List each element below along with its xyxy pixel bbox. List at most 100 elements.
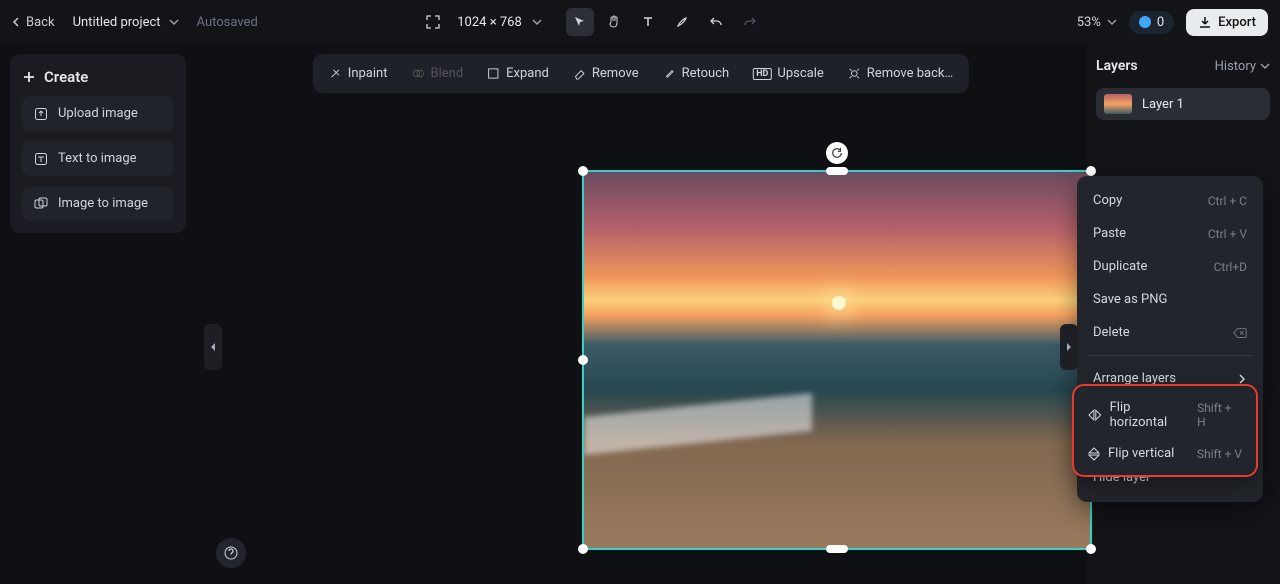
flip-submenu: Flip horizontal Shift + H Flip vertical … (1074, 386, 1256, 475)
resize-handle-bl[interactable] (578, 544, 588, 554)
menu-save-png[interactable]: Save as PNG (1077, 283, 1263, 316)
create-title: Create (44, 68, 88, 86)
menu-duplicate[interactable]: Duplicate Ctrl+D (1077, 250, 1263, 283)
layer-item[interactable]: Layer 1 (1096, 88, 1270, 120)
fit-icon (426, 15, 440, 29)
retouch-label: Retouch (682, 66, 730, 81)
inpaint-button[interactable]: Inpaint (319, 60, 398, 87)
back-button[interactable]: Back (12, 15, 55, 30)
inpaint-label: Inpaint (348, 66, 388, 81)
menu-copy-label: Copy (1093, 193, 1122, 208)
menu-savepng-label: Save as PNG (1093, 292, 1167, 307)
cursor-icon (573, 15, 587, 29)
history-button[interactable]: History (1215, 59, 1270, 74)
pointer-tool[interactable] (566, 8, 594, 36)
canvas-image[interactable] (584, 172, 1090, 548)
zoom-value: 53% (1077, 15, 1101, 30)
resize-handle-mb[interactable] (826, 545, 848, 553)
credits-value: 0 (1157, 15, 1164, 30)
image-content (832, 296, 846, 310)
inpaint-icon (329, 67, 342, 80)
upscale-button[interactable]: HDUpscale (743, 60, 834, 87)
menu-copy-shortcut: Ctrl + C (1208, 194, 1247, 208)
help-icon (224, 546, 238, 560)
flip-vertical[interactable]: Flip vertical Shift + V (1080, 438, 1250, 469)
resize-handle-ml[interactable] (578, 355, 588, 365)
brush-icon (675, 15, 689, 29)
plus-icon (22, 70, 36, 84)
layer-thumbnail (1104, 94, 1132, 114)
hand-tool[interactable] (600, 8, 628, 36)
resize-handle-tl[interactable] (578, 166, 588, 176)
blend-icon (411, 67, 424, 80)
create-panel: Create Upload image Text to image Image … (10, 54, 186, 233)
remove-background-button[interactable]: Remove back… (838, 60, 963, 87)
expand-button[interactable]: Expand (477, 60, 559, 87)
resize-handle-br[interactable] (1086, 544, 1096, 554)
menu-delete-label: Delete (1093, 325, 1130, 340)
remove-button[interactable]: Remove (563, 60, 649, 87)
flip-h-shortcut: Shift + H (1197, 401, 1242, 429)
expand-icon (487, 67, 500, 80)
rotate-handle[interactable] (826, 142, 848, 164)
chevron-down-icon[interactable] (169, 17, 179, 27)
blend-label: Blend (430, 66, 463, 81)
flip-v-shortcut: Shift + V (1197, 447, 1242, 461)
menu-paste[interactable]: PasteCtrl + V (1077, 217, 1263, 250)
brush-tool[interactable] (668, 8, 696, 36)
fit-screen-button[interactable] (419, 8, 447, 36)
undo-button[interactable] (702, 8, 730, 36)
project-name[interactable]: Untitled project (73, 15, 161, 30)
retouch-icon (663, 67, 676, 80)
text-tool[interactable] (634, 8, 662, 36)
help-button[interactable] (216, 538, 246, 568)
undo-icon (709, 15, 723, 29)
upload-label: Upload image (58, 106, 138, 121)
flip-v-label: Flip vertical (1108, 446, 1174, 461)
menu-dup-shortcut: Ctrl+D (1214, 260, 1247, 274)
triangle-right-icon (1065, 342, 1073, 352)
chevron-down-icon[interactable] (532, 17, 542, 27)
history-label: History (1215, 59, 1256, 74)
menu-paste-shortcut: Ctrl + V (1208, 227, 1247, 241)
chevron-down-icon (1260, 61, 1270, 71)
i2i-label: Image to image (58, 196, 148, 211)
retouch-button[interactable]: Retouch (653, 60, 740, 87)
zoom-control[interactable]: 53% (1077, 15, 1117, 30)
canvas-dimensions[interactable]: 1024 × 768 (457, 15, 522, 30)
eraser-icon (573, 67, 586, 80)
remove-bg-icon (848, 67, 861, 80)
collapse-left-panel[interactable] (204, 324, 222, 370)
text-icon (641, 15, 655, 29)
collapse-right-panel[interactable] (1060, 324, 1078, 370)
flip-horizontal[interactable]: Flip horizontal Shift + H (1080, 392, 1250, 438)
flip-horizontal-icon (1088, 409, 1102, 421)
export-button[interactable]: Export (1186, 9, 1268, 36)
hd-icon: HD (753, 68, 771, 80)
action-toolbar: Inpaint Blend Expand Remove Retouch HDUp… (313, 54, 969, 93)
menu-dup-label: Duplicate (1093, 259, 1147, 274)
chevron-left-icon (12, 17, 22, 27)
credits-icon (1139, 16, 1151, 28)
resize-handle-tr[interactable] (1086, 166, 1096, 176)
layer-name: Layer 1 (1142, 97, 1184, 112)
chevron-right-icon (1237, 374, 1247, 384)
text-image-icon (34, 152, 48, 166)
flip-h-label: Flip horizontal (1110, 400, 1189, 430)
redo-button[interactable] (736, 8, 764, 36)
text-to-image-button[interactable]: Text to image (22, 141, 174, 176)
chevron-down-icon (1107, 17, 1117, 27)
menu-delete[interactable]: Delete (1077, 316, 1263, 349)
resize-handle-mt[interactable] (826, 167, 848, 175)
back-label: Back (26, 15, 55, 30)
export-label: Export (1218, 15, 1256, 30)
upload-image-button[interactable]: Upload image (22, 96, 174, 131)
image-to-image-button[interactable]: Image to image (22, 186, 174, 221)
remove-bg-label: Remove back… (867, 66, 953, 81)
remove-label: Remove (592, 66, 639, 81)
menu-copy[interactable]: Copy Ctrl + C (1077, 184, 1263, 217)
menu-divider (1087, 355, 1253, 356)
credits-badge[interactable]: 0 (1129, 11, 1174, 34)
autosaved-label: Autosaved (197, 15, 258, 30)
canvas-selection[interactable] (582, 170, 1092, 550)
